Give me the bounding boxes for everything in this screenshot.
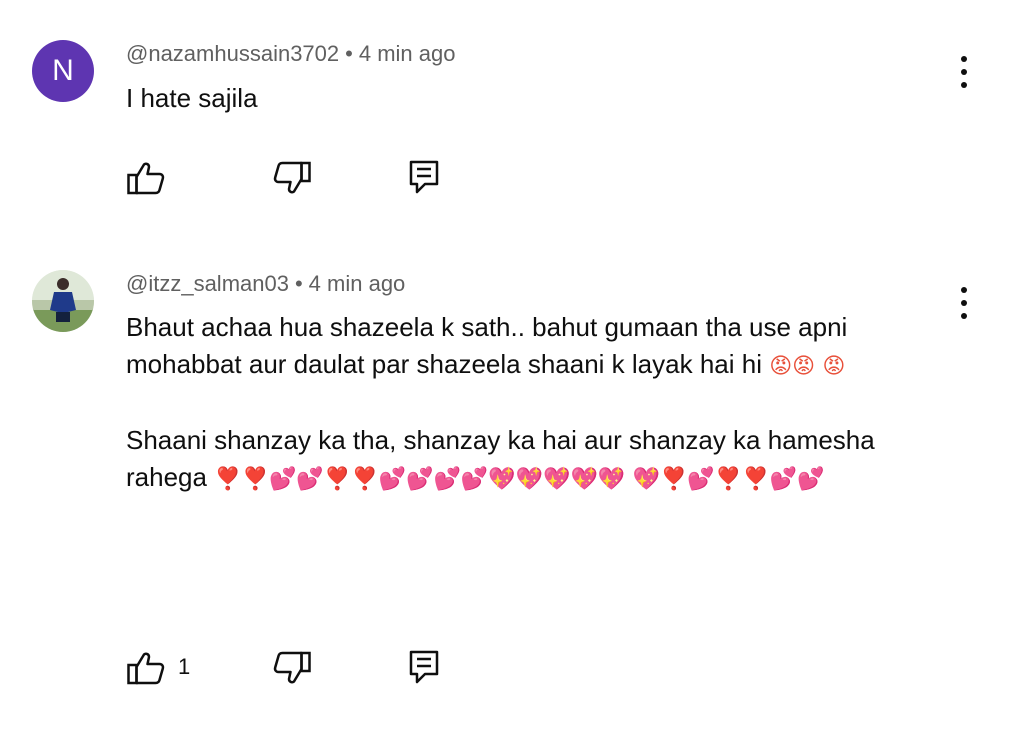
- meta-separator: •: [345, 41, 353, 66]
- two-hearts-emoji: 💕: [269, 467, 297, 492]
- thumb-up-icon: [127, 652, 165, 685]
- reply-button[interactable]: [406, 648, 446, 688]
- reply-button[interactable]: [406, 158, 446, 198]
- sparkling-heart-emoji: 💖: [488, 467, 516, 492]
- angry-face-emoji: 😡: [792, 354, 816, 379]
- author-name[interactable]: @itzz_salman03: [126, 271, 289, 296]
- user-photo-icon: [32, 270, 94, 332]
- heart-exclamation-emoji: ❣️: [351, 467, 379, 492]
- author-name[interactable]: @nazamhussain3702: [126, 41, 339, 66]
- angry-face-emoji: 😡: [822, 354, 846, 379]
- sparkling-heart-emoji: 💖: [597, 467, 626, 492]
- sparkling-heart-emoji: 💖: [543, 467, 571, 492]
- more-vert-icon: [961, 82, 967, 88]
- more-vert-icon: [961, 56, 967, 62]
- two-hearts-emoji: 💕: [433, 467, 461, 492]
- avatar[interactable]: [32, 270, 94, 332]
- two-hearts-emoji: 💕: [406, 467, 434, 492]
- reply-icon: [409, 160, 439, 194]
- heart-exclamation-emoji: ❣️: [742, 467, 770, 492]
- two-hearts-emoji: 💕: [460, 467, 489, 492]
- two-hearts-emoji: 💕: [296, 467, 324, 492]
- more-vert-icon: [961, 287, 967, 293]
- dislike-button[interactable]: [272, 648, 316, 688]
- comment-paragraph: I hate sajila: [126, 83, 258, 113]
- comment-meta: @itzz_salman03 • 4 min ago: [126, 269, 405, 299]
- two-hearts-emoji: 💕: [769, 467, 797, 492]
- more-options-button[interactable]: [952, 285, 976, 321]
- heart-exclamation-emoji: ❣️: [714, 467, 743, 492]
- sparkling-heart-emoji: 💖: [515, 467, 544, 492]
- two-hearts-emoji: 💕: [378, 467, 407, 492]
- meta-separator: •: [294, 271, 303, 296]
- thumb-up-icon: [127, 162, 165, 195]
- heart-exclamation-emoji: ❣️: [241, 467, 270, 492]
- heart-exclamation-emoji: ❣️: [214, 467, 242, 492]
- comment-text: Bhaut achaa hua shazeela k sath.. bahut …: [126, 309, 926, 498]
- two-hearts-emoji: 💕: [687, 467, 715, 492]
- comment-paragraph: Bhaut achaa hua shazeela k sath.. bahut …: [126, 309, 926, 385]
- sparkling-heart-emoji: 💖: [570, 467, 598, 492]
- like-count: 1: [178, 654, 191, 679]
- comment-time[interactable]: 4 min ago: [309, 271, 406, 296]
- more-vert-icon: [961, 313, 967, 319]
- sparkling-heart-emoji: 💖: [632, 467, 660, 492]
- comment-text: I hate sajila: [126, 80, 926, 117]
- more-vert-icon: [961, 300, 967, 306]
- thumb-down-icon: [273, 161, 311, 194]
- like-button[interactable]: [126, 158, 176, 198]
- more-options-button[interactable]: [952, 54, 976, 90]
- two-hearts-emoji: 💕: [796, 467, 825, 492]
- comment-time[interactable]: 4 min ago: [359, 41, 456, 66]
- dislike-button[interactable]: [272, 158, 316, 198]
- avatar[interactable]: N: [32, 40, 94, 102]
- paragraph-text: Bhaut achaa hua shazeela k sath.. bahut …: [126, 312, 848, 379]
- angry-face-emoji: 😡: [769, 354, 793, 379]
- comment-paragraph: Shaani shanzay ka tha, shanzay ka hai au…: [126, 422, 926, 498]
- thumb-down-icon: [273, 651, 311, 684]
- more-vert-icon: [961, 69, 967, 75]
- reply-icon: [409, 650, 439, 684]
- heart-exclamation-emoji: ❣️: [659, 467, 688, 492]
- comment-meta: @nazamhussain3702 • 4 min ago: [126, 39, 455, 69]
- like-button[interactable]: 1: [126, 648, 206, 688]
- heart-exclamation-emoji: ❣️: [323, 467, 352, 492]
